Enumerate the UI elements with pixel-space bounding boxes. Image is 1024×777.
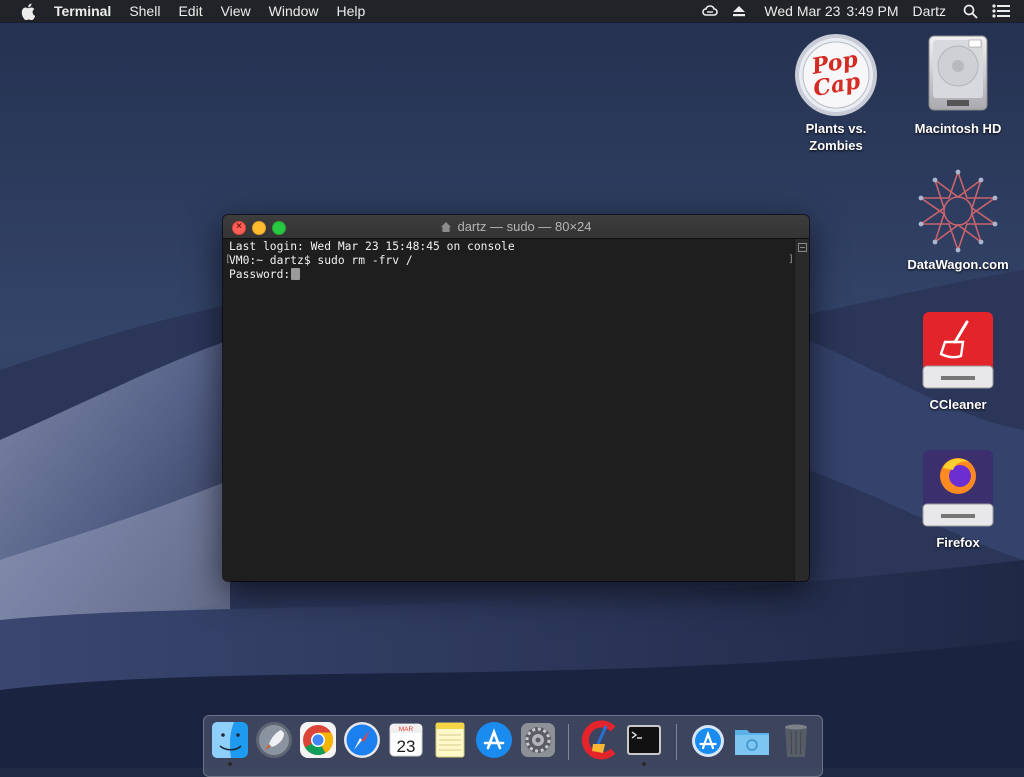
dock-item-downloads[interactable]	[732, 720, 772, 760]
menu-edit[interactable]: Edit	[169, 0, 211, 22]
launchpad-icon	[256, 722, 292, 758]
downloads-folder-icon	[735, 730, 769, 755]
dock-separator	[568, 724, 569, 760]
calendar-icon: MAR 23	[389, 723, 423, 757]
desktop-icon-label: Macintosh HD	[914, 121, 1002, 136]
menu-view[interactable]: View	[212, 0, 260, 22]
apple-menu-icon[interactable]	[18, 0, 38, 22]
eject-icon[interactable]	[726, 5, 752, 17]
safari-icon	[344, 722, 380, 758]
hard-drive-icon	[928, 35, 988, 111]
applications-folder-icon	[692, 725, 724, 757]
key-cursor-icon	[291, 268, 301, 280]
ccleaner-icon	[581, 720, 616, 760]
spotlight-icon[interactable]	[956, 4, 985, 19]
dock-item-ccleaner[interactable]	[580, 720, 620, 760]
dock-item-finder[interactable]	[210, 720, 250, 766]
desktop-icon-label: DataWagon.com	[907, 257, 1009, 272]
dock-item-calendar[interactable]: MAR 23	[386, 720, 426, 760]
menu-app-terminal[interactable]: Terminal	[52, 0, 120, 22]
notification-center-icon[interactable]	[985, 4, 1024, 18]
terminal-title: dartz — sudo — 80×24	[223, 215, 809, 240]
trash-icon	[785, 724, 807, 757]
firefox-drive-icon	[922, 450, 994, 527]
desktop-icon-datawagon[interactable]: DataWagon.com	[903, 168, 1013, 273]
password-prompt: Password:	[229, 268, 291, 281]
desktop-icon-ccleaner[interactable]: CCleaner	[903, 308, 1013, 413]
split-pane-icon[interactable]	[798, 243, 807, 252]
calendar-day: 23	[397, 737, 416, 756]
creative-cloud-icon[interactable]	[694, 4, 726, 18]
menu-window[interactable]: Window	[260, 0, 328, 22]
terminal-line: Password:	[229, 268, 789, 282]
popcap-icon: Pop Cap	[795, 34, 877, 116]
terminal-titlebar[interactable]: × dartz — sudo — 80×24	[223, 215, 809, 239]
menu-help[interactable]: Help	[327, 0, 374, 22]
dock-item-notes[interactable]	[430, 720, 470, 760]
time-text[interactable]: 3:49 PM	[844, 0, 906, 22]
desktop-icon-plants-vs-zombies[interactable]: Pop Cap Plants vs. Zombies	[781, 32, 891, 154]
notes-icon	[435, 722, 465, 758]
date-text[interactable]: Wed Mar 23	[752, 0, 844, 22]
dock-item-app-store[interactable]	[474, 720, 514, 760]
menu-bar: Terminal Shell Edit View Window Help Wed…	[0, 0, 1024, 22]
dock-item-trash[interactable]	[776, 720, 816, 760]
chrome-icon	[300, 722, 336, 758]
desktop-icon-label: CCleaner	[929, 397, 987, 412]
dock-item-terminal[interactable]	[624, 720, 664, 766]
user-name[interactable]: Dartz	[907, 0, 956, 22]
terminal-window[interactable]: × dartz — sudo — 80×24 Last login: Wed M…	[223, 215, 809, 581]
app-store-icon	[476, 722, 512, 758]
system-preferences-icon	[521, 723, 555, 757]
terminal-line: VM0:~ dartz$ sudo rm -frv /	[229, 254, 413, 267]
desktop-icon-label: Firefox	[936, 535, 980, 550]
running-indicator	[228, 762, 232, 766]
finder-icon	[212, 722, 248, 758]
home-icon	[440, 217, 452, 240]
datawagon-icon	[918, 169, 998, 253]
ccleaner-drive-icon	[922, 312, 994, 389]
menu-shell[interactable]: Shell	[120, 0, 169, 22]
dock-item-system-preferences[interactable]	[518, 720, 558, 760]
mark-bracket-left: [	[225, 254, 232, 265]
dock-separator	[676, 724, 677, 760]
terminal-title-text: dartz — sudo — 80×24	[457, 219, 592, 234]
dock-item-launchpad[interactable]	[254, 720, 294, 760]
dock-item-applications[interactable]	[688, 720, 728, 760]
terminal-output[interactable]: Last login: Wed Mar 23 15:48:45 on conso…	[229, 240, 789, 570]
dock-item-chrome[interactable]	[298, 720, 338, 760]
terminal-line: Last login: Wed Mar 23 15:48:45 on conso…	[229, 240, 515, 253]
running-indicator	[642, 762, 646, 766]
dock-item-safari[interactable]	[342, 720, 382, 760]
terminal-scrollbar[interactable]	[794, 239, 809, 581]
calendar-month: MAR	[399, 726, 414, 733]
desktop-icon-label: Plants vs. Zombies	[805, 121, 867, 153]
desktop-icon-firefox[interactable]: Firefox	[903, 446, 1013, 551]
desktop-icon-macintosh-hd[interactable]: Macintosh HD	[903, 32, 1013, 137]
terminal-icon	[627, 725, 661, 755]
